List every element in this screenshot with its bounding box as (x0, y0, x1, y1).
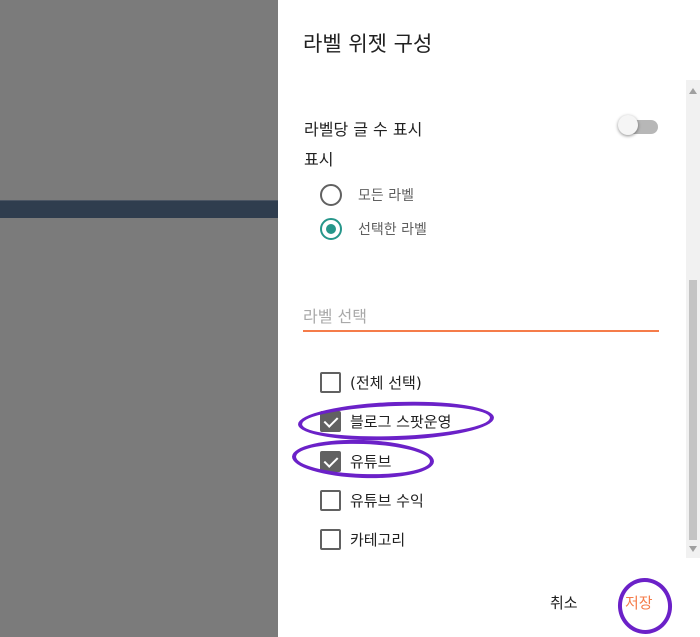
checkbox[interactable] (320, 528, 341, 550)
radio-button[interactable] (320, 184, 342, 206)
checkbox-label: 유튜브 수익 (350, 491, 424, 510)
checkbox-label: 블로그 스팟운영 (350, 412, 452, 431)
radio-button[interactable] (320, 218, 342, 240)
label-select-input[interactable] (303, 302, 659, 332)
save-button[interactable]: 저장 (625, 592, 653, 613)
backdrop-band (0, 200, 278, 218)
radio-label: 모든 라벨 (358, 188, 414, 204)
dialog-scroll-area: 라벨당 글 수 표시 표시 모든 라벨 선택한 라벨 (전체 선택) 블로그 스… (278, 80, 700, 558)
dialog-scrollbar[interactable] (686, 80, 700, 558)
checkbox-youtube-revenue[interactable]: 유튜브 수익 (320, 488, 424, 512)
checkbox[interactable] (320, 489, 341, 511)
show-count-toggle[interactable] (618, 115, 658, 135)
display-label: 표시 (304, 150, 334, 169)
scrollbar-thumb[interactable] (689, 280, 697, 540)
checkbox[interactable] (320, 410, 341, 432)
dialog-title: 라벨 위젯 구성 (303, 32, 433, 56)
checkbox-label: 카테고리 (350, 530, 406, 549)
radio-selected-labels[interactable]: 선택한 라벨 (320, 217, 427, 241)
scroll-up-arrow-icon[interactable] (689, 88, 697, 94)
checkbox[interactable] (320, 371, 341, 393)
radio-label: 선택한 라벨 (358, 222, 427, 238)
label-widget-dialog: 라벨 위젯 구성 라벨당 글 수 표시 표시 모든 라벨 선택한 라벨 (전체 … (278, 0, 700, 637)
checkbox-label: 유튜브 (350, 452, 392, 471)
checkbox-select-all[interactable]: (전체 선택) (320, 370, 422, 394)
radio-all-labels[interactable]: 모든 라벨 (320, 183, 414, 207)
cancel-button[interactable]: 취소 (550, 592, 578, 613)
checkbox-blogspot[interactable]: 블로그 스팟운영 (320, 409, 451, 433)
page-backdrop[interactable] (0, 0, 278, 637)
scroll-down-arrow-icon[interactable] (689, 546, 697, 552)
checkbox-youtube[interactable]: 유튜브 (320, 449, 391, 473)
checkbox-category[interactable]: 카테고리 (320, 527, 405, 551)
checkbox[interactable] (320, 450, 341, 472)
toggle-thumb (618, 115, 638, 135)
show-count-label: 라벨당 글 수 표시 (304, 120, 423, 139)
checkbox-label: (전체 선택) (350, 373, 422, 392)
